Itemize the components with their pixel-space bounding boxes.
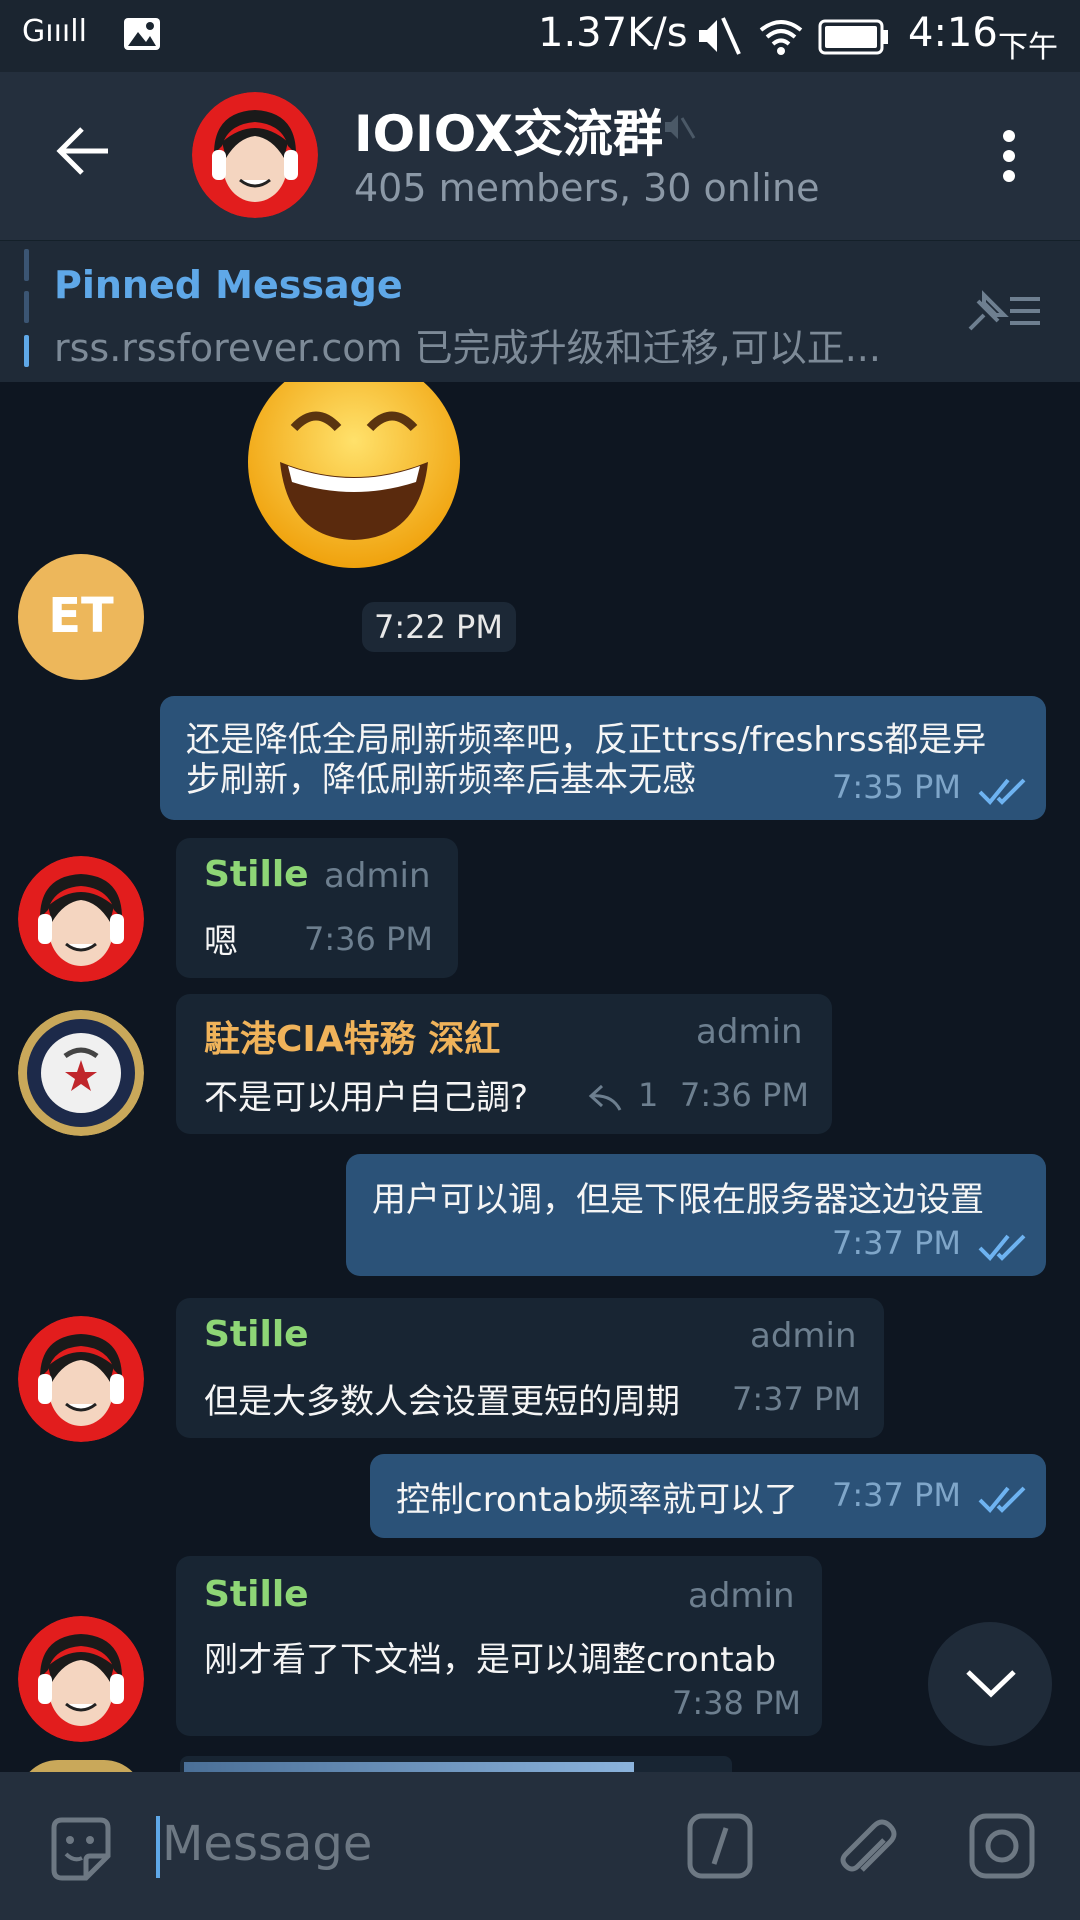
sender-name: Stille	[204, 854, 309, 895]
bot-commands-icon[interactable]	[686, 1812, 754, 1884]
pinned-message-bar[interactable]: Pinned Message rss.rssforever.com 已完成升级和…	[0, 240, 1080, 383]
sender-role: admin	[324, 856, 431, 896]
chat-header: IOIOX交流群 405 members, 30 online	[0, 72, 1080, 240]
pinned-indicator-1	[24, 249, 29, 281]
avatar-et[interactable]: ET	[18, 554, 144, 680]
clock-ampm: 下午	[998, 30, 1058, 65]
pinned-indicator-2	[24, 291, 29, 323]
wifi-icon	[758, 14, 804, 62]
reply-arrow-icon[interactable]	[588, 1082, 624, 1116]
pinned-title: Pinned Message	[54, 263, 403, 307]
message-time: 7:37 PM	[832, 1476, 961, 1514]
message-time: 7:37 PM	[832, 1224, 961, 1262]
battery-icon	[818, 18, 890, 60]
back-arrow-icon[interactable]	[56, 126, 112, 180]
chat-area: ET 7:22 PM 还是降低全局刷新频率吧，反正ttrss/freshrss都…	[0, 382, 1080, 1772]
pin-list-icon[interactable]	[964, 285, 1044, 339]
read-checkmarks-icon	[978, 1484, 1030, 1518]
message-bubble-outgoing[interactable]: 还是降低全局刷新频率吧，反正ttrss/freshrss都是异 步刷新，降低刷新…	[160, 696, 1046, 820]
message-time: 7:37 PM	[732, 1380, 861, 1418]
message-bubble-incoming[interactable]: 駐港CIA特務 深紅 admin 不是可以用户自己調? 1 7:36 PM	[176, 994, 832, 1134]
message-input[interactable]: Message	[162, 1816, 372, 1872]
muted-speaker-icon	[662, 110, 696, 148]
message-text: 但是大多数人会设置更短的周期	[204, 1382, 680, 1422]
message-time: 7:38 PM	[672, 1684, 801, 1722]
image-message-partial[interactable]	[180, 1756, 732, 1772]
more-options-icon[interactable]	[994, 128, 1024, 188]
pinned-text: rss.rssforever.com 已完成升级和迁移,可以正...	[54, 326, 881, 370]
message-bubble-incoming[interactable]: Stille admin 嗯 7:36 PM	[176, 838, 458, 978]
sender-name: Stille	[204, 1314, 309, 1355]
camera-icon[interactable]	[968, 1812, 1036, 1884]
message-time: 7:36 PM	[304, 920, 433, 958]
avatar-cia[interactable]	[18, 1010, 144, 1136]
message-text: 控制crontab频率就可以了	[396, 1480, 799, 1520]
message-text: 不是可以用户自己調?	[204, 1078, 529, 1118]
mute-icon	[695, 14, 741, 62]
group-avatar[interactable]	[192, 92, 318, 218]
sticker-time: 7:22 PM	[374, 608, 503, 646]
sender-name: 駐港CIA特務 深紅	[204, 1019, 501, 1060]
clock: 4:16	[908, 10, 998, 56]
text-caret	[156, 1816, 160, 1878]
sticker-time-badge: 7:22 PM	[362, 602, 516, 652]
sender-role: admin	[750, 1316, 857, 1356]
status-bar: Gıııll 1.37K/s 4:16 下午	[0, 0, 1080, 72]
reply-count: 1	[638, 1076, 659, 1114]
message-text: 用户可以调，但是下限在服务器这边设置	[372, 1180, 984, 1220]
attach-paperclip-icon[interactable]	[830, 1810, 902, 1886]
message-text: 嗯	[204, 922, 238, 962]
chat-title: IOIOX交流群	[354, 105, 663, 163]
message-bubble-incoming[interactable]: Stille admin 刚才看了下文档，是可以调整crontab 7:38 P…	[176, 1556, 822, 1736]
read-checkmarks-icon	[978, 1232, 1030, 1266]
laughing-emoji-sticker[interactable]	[244, 382, 464, 576]
message-input-bar: Message	[0, 1772, 1080, 1920]
avatar-stille[interactable]	[18, 1616, 144, 1742]
message-text: 刚才看了下文档，是可以调整crontab	[204, 1640, 777, 1680]
message-bubble-outgoing[interactable]: 控制crontab频率就可以了 7:37 PM	[370, 1454, 1046, 1538]
message-time: 7:36 PM	[680, 1076, 809, 1114]
message-text: 步刷新，降低刷新频率后基本无感	[186, 760, 696, 800]
message-time: 7:35 PM	[832, 768, 961, 806]
avatar-stille[interactable]	[18, 856, 144, 982]
message-bubble-outgoing[interactable]: 用户可以调，但是下限在服务器这边设置 7:37 PM	[346, 1154, 1046, 1276]
sender-role: admin	[696, 1012, 803, 1052]
read-checkmarks-icon	[978, 776, 1030, 810]
sender-role: admin	[688, 1576, 795, 1616]
image-icon	[122, 14, 162, 58]
message-bubble-incoming[interactable]: Stille admin 但是大多数人会设置更短的周期 7:37 PM	[176, 1298, 884, 1438]
signal-indicator: Gıııll	[22, 14, 87, 49]
sticker-smiley-icon[interactable]	[46, 1814, 116, 1888]
avatar-stille[interactable]	[18, 1316, 144, 1442]
pinned-indicator-3	[24, 335, 29, 367]
network-speed: 1.37K/s	[538, 10, 688, 56]
scroll-down-button[interactable]	[928, 1622, 1052, 1746]
avatar-cia-partial[interactable]	[18, 1760, 144, 1772]
sender-name: Stille	[204, 1574, 309, 1615]
chevron-down-icon	[964, 1666, 1018, 1704]
chat-subtitle: 405 members, 30 online	[354, 166, 820, 210]
